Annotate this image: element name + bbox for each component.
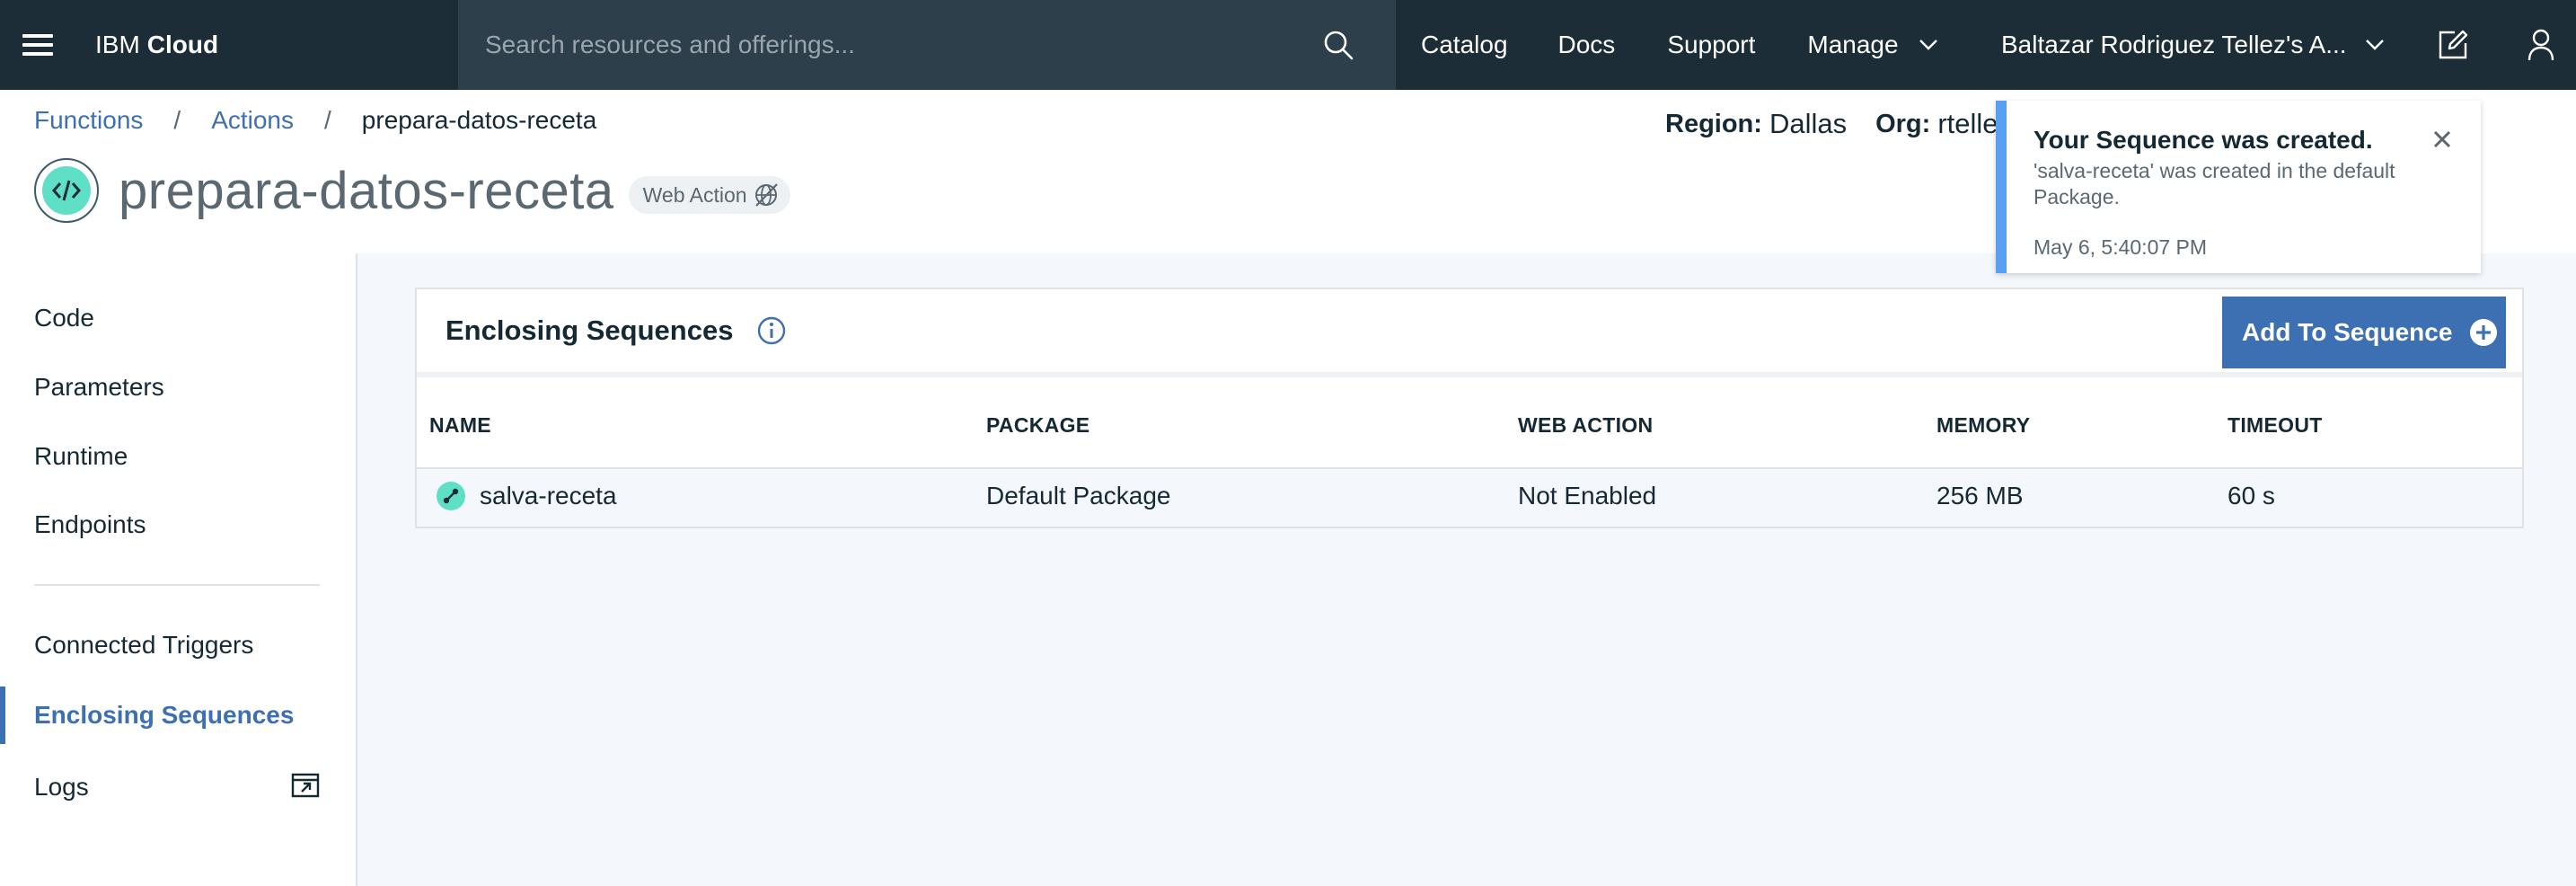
region-label: Region:	[1665, 109, 1762, 138]
column-header-package[interactable]: PACKAGE	[986, 413, 1090, 438]
action-code-icon	[34, 158, 99, 223]
org-label: Org:	[1875, 109, 1931, 138]
sidebar-item-runtime[interactable]: Runtime	[34, 442, 128, 471]
chevron-down-icon	[2365, 39, 2385, 51]
breadcrumb-current: prepara-datos-receta	[361, 106, 597, 134]
close-icon[interactable]	[2429, 126, 2456, 153]
add-to-sequence-label: Add To Sequence	[2242, 318, 2453, 346]
breadcrumb-separator: /	[324, 106, 331, 134]
row-timeout: 60 s	[2228, 482, 2275, 509]
sequences-table: NAME PACKAGE WEB ACTION MEMORY TIMEOUT s…	[417, 383, 2522, 527]
toast-title: Your Sequence was created.	[2033, 126, 2373, 154]
main-content: Enclosing Sequences Add To Sequence NAME…	[357, 253, 2576, 886]
breadcrumb-actions-link[interactable]: Actions	[211, 106, 294, 135]
region-value[interactable]: Dallas	[1769, 108, 1847, 140]
top-navigation-bar: IBM Cloud Catalog Docs Support Manage Ba…	[0, 0, 2576, 90]
column-header-timeout[interactable]: TIMEOUT	[2228, 413, 2323, 438]
nav-catalog-link[interactable]: Catalog	[1421, 0, 1508, 90]
panel-header: Enclosing Sequences Add To Sequence	[417, 289, 2522, 377]
nav-support-link[interactable]: Support	[1667, 0, 1755, 90]
top-nav-links: Catalog Docs Support Manage	[1396, 0, 1938, 90]
brand-text-light: IBM	[95, 31, 140, 58]
table-header-row: NAME PACKAGE WEB ACTION MEMORY TIMEOUT	[417, 383, 2522, 469]
row-name[interactable]: salva-receta	[480, 482, 617, 510]
region-org-info: Region: Dallas Org: rtellez	[1665, 108, 2041, 140]
column-header-memory[interactable]: MEMORY	[1936, 413, 2030, 438]
brand-logo[interactable]: IBM Cloud	[75, 0, 458, 90]
info-icon[interactable]	[756, 315, 787, 346]
add-to-sequence-button[interactable]: Add To Sequence	[2222, 297, 2506, 368]
nav-manage-label: Manage	[1807, 31, 1899, 58]
brand-text-bold: Cloud	[146, 31, 219, 58]
column-header-name[interactable]: NAME	[429, 413, 491, 438]
sidebar-item-logs[interactable]: Logs	[34, 773, 89, 802]
global-search	[458, 0, 1396, 90]
page-title: prepara-datos-receta	[119, 161, 614, 220]
user-profile-icon[interactable]	[2519, 0, 2563, 90]
chevron-down-icon	[1919, 39, 1938, 51]
hamburger-menu-icon[interactable]	[0, 0, 75, 90]
sequence-icon	[437, 482, 465, 510]
search-icon[interactable]	[1311, 0, 1365, 90]
enclosing-sequences-panel: Enclosing Sequences Add To Sequence NAME…	[415, 288, 2524, 528]
nav-docs-link[interactable]: Docs	[1558, 0, 1616, 90]
row-package: Default Package	[986, 482, 1171, 509]
panel-title: Enclosing Sequences	[446, 315, 734, 346]
row-memory: 256 MB	[1936, 482, 2024, 509]
row-web-action: Not Enabled	[1518, 482, 1657, 509]
table-row[interactable]: salva-receta Default Package Not Enabled…	[417, 469, 2522, 527]
toast-timestamp: May 6, 5:40:07 PM	[2033, 235, 2208, 259]
web-disabled-icon	[753, 182, 780, 208]
account-name: Baltazar Rodriguez Tellez's A...	[2001, 31, 2347, 58]
sidebar: Code Parameters Runtime Endpoints Connec…	[0, 253, 357, 886]
breadcrumb: Functions / Actions / prepara-datos-rece…	[34, 106, 596, 135]
sidebar-item-endpoints[interactable]: Endpoints	[34, 510, 146, 539]
breadcrumb-functions-link[interactable]: Functions	[34, 106, 143, 135]
nav-manage-menu[interactable]: Manage	[1807, 0, 1937, 90]
web-action-badge: Web Action	[628, 176, 790, 214]
search-input[interactable]	[458, 0, 1311, 90]
column-header-web-action[interactable]: WEB ACTION	[1518, 413, 1653, 438]
sidebar-active-indicator	[0, 687, 5, 744]
web-action-badge-label: Web Action	[642, 182, 747, 207]
success-toast-notification: Your Sequence was created. 'salva-receta…	[1996, 101, 2481, 273]
sidebar-item-enclosing-sequences[interactable]: Enclosing Sequences	[34, 701, 294, 730]
plus-circle-icon	[2468, 317, 2499, 348]
sidebar-item-code[interactable]: Code	[34, 304, 94, 332]
edit-icon[interactable]	[2430, 0, 2475, 90]
sidebar-item-parameters[interactable]: Parameters	[34, 373, 164, 402]
breadcrumb-separator: /	[173, 106, 181, 134]
sidebar-item-connected-triggers[interactable]: Connected Triggers	[34, 631, 253, 660]
account-switcher[interactable]: Baltazar Rodriguez Tellez's A...	[2001, 0, 2385, 90]
page-header: prepara-datos-receta Web Action	[34, 158, 790, 223]
sidebar-divider	[34, 584, 320, 586]
toast-message: 'salva-receta' was created in the defaul…	[2033, 159, 2395, 208]
external-link-icon[interactable]	[291, 773, 320, 802]
